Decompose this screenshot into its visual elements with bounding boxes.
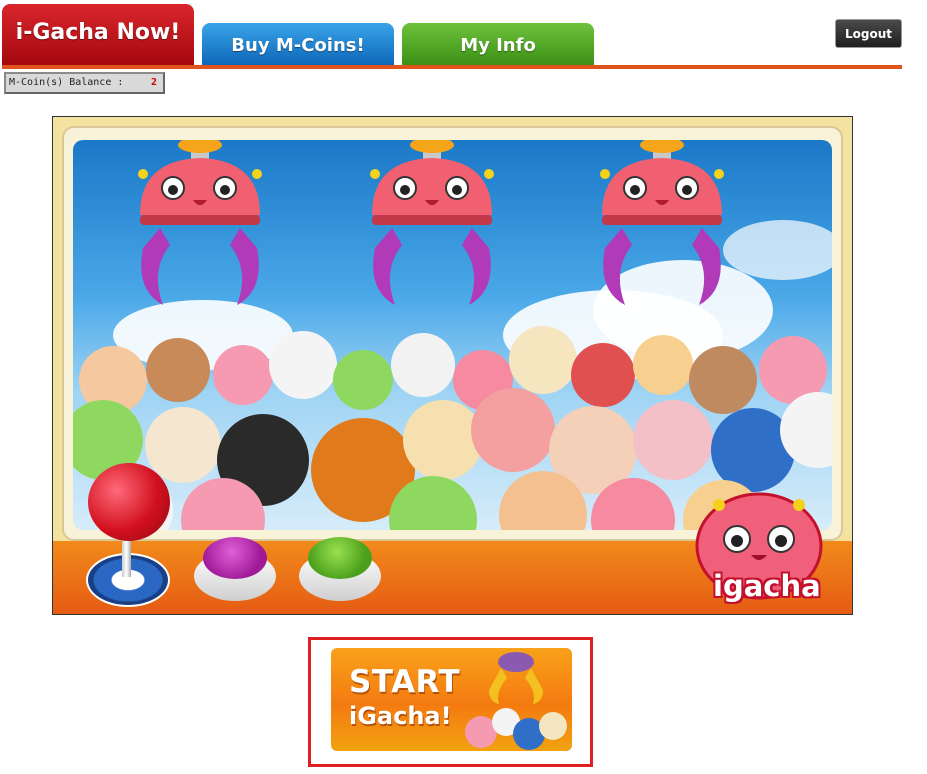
claw-center-icon	[370, 140, 494, 305]
start-button-line2: iGacha!	[349, 702, 452, 730]
joystick-icon	[88, 463, 170, 541]
start-button-line1: START	[349, 664, 461, 700]
tab-divider	[2, 65, 902, 69]
machine-window	[73, 140, 832, 530]
tab-buy-m-coins[interactable]: Buy M-Coins!	[202, 23, 394, 66]
igacha-logo-text: igacha	[713, 569, 821, 603]
purple-arcade-button-icon	[194, 537, 276, 601]
igacha-logo: igacha	[679, 491, 839, 611]
mini-claw-with-plush-icon	[465, 652, 567, 750]
coin-balance-value: 2	[150, 77, 157, 88]
coin-balance: M-Coin(s) Balance : 2	[4, 72, 165, 94]
start-igacha-button[interactable]: START iGacha!	[331, 648, 572, 751]
logout-button[interactable]: Logout	[835, 19, 902, 48]
tab-my-info[interactable]: My Info	[402, 23, 594, 66]
green-arcade-button-icon	[299, 537, 381, 601]
gacha-machine-image: igacha	[52, 116, 853, 615]
tab-igacha-now[interactable]: i-Gacha Now!	[2, 4, 194, 66]
coin-balance-label: M-Coin(s) Balance :	[9, 77, 124, 88]
claw-left-icon	[138, 140, 262, 305]
claw-right-icon	[600, 140, 724, 305]
